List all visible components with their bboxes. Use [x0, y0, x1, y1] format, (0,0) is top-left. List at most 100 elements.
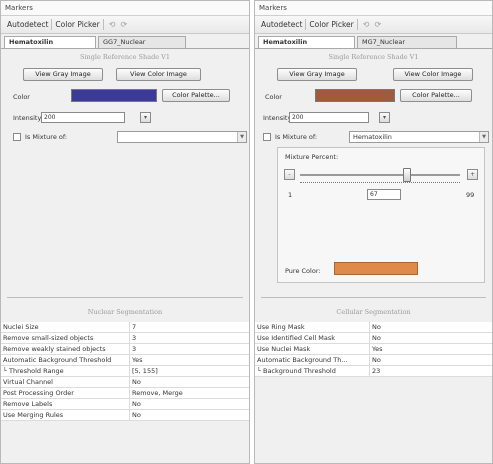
color-palette-button[interactable]: Color Palette...: [400, 89, 472, 102]
color-swatch[interactable]: [315, 89, 395, 102]
intensity-input[interactable]: 200: [41, 112, 125, 123]
property-name: └ Threshold Range: [3, 367, 64, 375]
mixture-label: Is Mixture of:: [25, 133, 68, 141]
properties-table: Nuclei Size 7 Remove small-sized objects 3 R…: [1, 322, 249, 421]
panel-title: Markers: [1, 1, 249, 16]
mixture-combo[interactable]: Hematoxilin ▼: [349, 131, 489, 143]
pure-color-swatch[interactable]: [334, 262, 418, 275]
autodetect-button[interactable]: Autodetect: [4, 19, 53, 30]
property-value[interactable]: No: [369, 322, 492, 332]
property-value[interactable]: Yes: [369, 344, 492, 354]
section-title: Single Reference Shade V1: [328, 53, 419, 61]
property-name: Use Ring Mask: [257, 323, 305, 331]
slider-max-label: 99: [466, 191, 475, 199]
property-name: Use Nuclei Mask: [257, 345, 311, 353]
mixture-slider-thumb[interactable]: [403, 168, 412, 182]
property-row[interactable]: Remove small-sized objects 3: [1, 333, 249, 344]
properties-table: Use Ring Mask No Use Identified Cell Mask N…: [255, 322, 492, 377]
property-row[interactable]: Use Ring Mask No: [255, 322, 492, 333]
mixture-box: Mixture Percent: - + 1 67 99 Pure Color:: [277, 147, 485, 283]
property-row[interactable]: Use Merging Rules No: [1, 410, 249, 421]
undo-icon[interactable]: ⟲: [109, 20, 116, 29]
property-row[interactable]: Use Nuclei Mask Yes: [255, 344, 492, 355]
mixture-checkbox[interactable]: [13, 133, 21, 141]
view-gray-image-button[interactable]: View Gray Image: [23, 68, 103, 81]
property-value[interactable]: No: [129, 410, 249, 420]
mixture-combo-value: Hematoxilin: [353, 133, 392, 141]
tab-hematoxilin[interactable]: Hematoxilin: [258, 36, 355, 48]
slider-decrease-button[interactable]: -: [284, 169, 295, 180]
chevron-down-icon: ▼: [237, 132, 246, 142]
property-name: Remove small-sized objects: [3, 334, 94, 342]
property-name: Automatic Background Th...: [257, 356, 348, 364]
divider: [261, 297, 486, 298]
property-name: Post Processing Order: [3, 389, 74, 397]
property-value[interactable]: 3: [129, 344, 249, 354]
property-row[interactable]: Virtual Channel No: [1, 377, 249, 388]
property-value[interactable]: No: [369, 333, 492, 343]
toolbar: Autodetect Color Picker ⟲ ⟳: [1, 16, 249, 34]
left-markers-panel: Markers Autodetect Color Picker ⟲ ⟳ Hema…: [0, 0, 250, 464]
intensity-label: Intensity: [13, 114, 42, 122]
property-value[interactable]: 23: [369, 366, 492, 376]
property-row[interactable]: └ Threshold Range [5, 155]: [1, 366, 249, 377]
mixture-checkbox[interactable]: [263, 133, 271, 141]
color-swatch[interactable]: [71, 89, 157, 102]
section-title: Single Reference Shade V1: [80, 53, 170, 61]
view-gray-image-button[interactable]: View Gray Image: [277, 68, 357, 81]
color-picker-button[interactable]: Color Picker: [306, 19, 358, 30]
property-row[interactable]: Nuclei Size 7: [1, 322, 249, 333]
color-palette-button[interactable]: Color Palette...: [162, 89, 230, 102]
property-row[interactable]: Post Processing Order Remove, Merge: [1, 388, 249, 399]
property-value[interactable]: [5, 155]: [129, 366, 249, 376]
autodetect-button[interactable]: Autodetect: [258, 19, 307, 30]
mixture-percent-label: Mixture Percent:: [285, 153, 339, 161]
marker-tabs: Hematoxilin MG7_Nuclear: [255, 34, 492, 49]
property-row[interactable]: Automatic Background Th... No: [255, 355, 492, 366]
property-row[interactable]: Use Identified Cell Mask No: [255, 333, 492, 344]
property-value[interactable]: No: [129, 399, 249, 409]
intensity-label: Intensity: [263, 114, 292, 122]
property-row[interactable]: Automatic Background Threshold Yes: [1, 355, 249, 366]
marker-tabs: Hematoxilin GG7_Nuclear: [1, 34, 249, 49]
right-markers-panel: Markers Autodetect Color Picker ⟲ ⟳ Hema…: [254, 0, 493, 464]
segmentation-title: Cellular Segmentation: [336, 308, 411, 316]
toolbar: Autodetect Color Picker ⟲ ⟳: [255, 16, 492, 34]
property-name: Nuclei Size: [3, 323, 39, 331]
redo-icon[interactable]: ⟳: [120, 20, 127, 29]
mixture-combo[interactable]: ▼: [117, 131, 247, 143]
panel-title: Markers: [255, 1, 492, 16]
view-color-image-button[interactable]: View Color Image: [116, 68, 201, 81]
slider-increase-button[interactable]: +: [467, 169, 478, 180]
property-row[interactable]: Remove Labels No: [1, 399, 249, 410]
property-value[interactable]: No: [369, 355, 492, 365]
property-name: Virtual Channel: [3, 378, 53, 386]
property-row[interactable]: Remove weakly stained objects 3: [1, 344, 249, 355]
property-value[interactable]: 7: [129, 322, 249, 332]
undo-icon[interactable]: ⟲: [363, 20, 370, 29]
property-name: Use Identified Cell Mask: [257, 334, 335, 342]
mixture-percent-input[interactable]: 67: [367, 189, 401, 200]
property-value[interactable]: Yes: [129, 355, 249, 365]
intensity-input[interactable]: 200: [289, 112, 369, 123]
color-label: Color: [265, 93, 282, 101]
mixture-label: Is Mixture of:: [275, 133, 318, 141]
tab-hematoxilin[interactable]: Hematoxilin: [4, 36, 96, 48]
chevron-down-icon: ▼: [479, 132, 488, 142]
pure-color-label: Pure Color:: [285, 267, 321, 275]
property-value[interactable]: 3: [129, 333, 249, 343]
redo-icon[interactable]: ⟳: [374, 20, 381, 29]
slider-ticks: [300, 182, 460, 185]
tab-gg7-nuclear[interactable]: GG7_Nuclear: [98, 36, 186, 48]
property-name: Automatic Background Threshold: [3, 356, 112, 364]
view-color-image-button[interactable]: View Color Image: [393, 68, 473, 81]
property-value[interactable]: Remove, Merge: [129, 388, 249, 398]
property-value[interactable]: No: [129, 377, 249, 387]
property-row[interactable]: └ Background Threshold 23: [255, 366, 492, 377]
mixture-slider-track[interactable]: [300, 174, 460, 176]
intensity-spin-button[interactable]: ▾: [379, 112, 390, 123]
tab-mg7-nuclear[interactable]: MG7_Nuclear: [357, 36, 457, 48]
intensity-spin-button[interactable]: ▾: [140, 112, 151, 123]
property-name: Remove weakly stained objects: [3, 345, 106, 353]
color-picker-button[interactable]: Color Picker: [52, 19, 104, 30]
